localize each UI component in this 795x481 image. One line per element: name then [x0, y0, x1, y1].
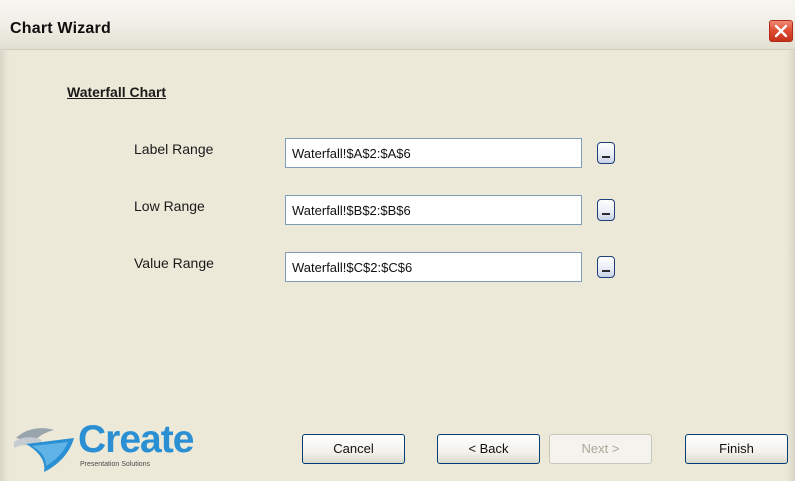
close-icon [774, 24, 788, 38]
label-range-input[interactable] [285, 138, 582, 168]
range-picker-icon [602, 213, 610, 215]
value-range-picker-button[interactable] [597, 256, 615, 278]
logo-tagline: Presentation Solutions [80, 461, 151, 468]
value-range-label: Value Range [134, 255, 214, 271]
low-range-input[interactable] [285, 195, 582, 225]
back-button[interactable]: < Back [437, 434, 540, 464]
low-range-picker-button[interactable] [597, 199, 615, 221]
range-picker-icon [602, 270, 610, 272]
range-picker-icon [602, 156, 610, 158]
label-range-picker-button[interactable] [597, 142, 615, 164]
cancel-button[interactable]: Cancel [302, 434, 405, 464]
title-bar[interactable]: Chart Wizard [0, 0, 795, 50]
section-title: Waterfall Chart [67, 84, 167, 100]
window-frame-right [786, 50, 795, 481]
value-range-input[interactable] [285, 252, 582, 282]
logo-wordmark: Create [78, 418, 194, 461]
close-button[interactable] [769, 20, 793, 42]
chart-wizard-window: Chart Wizard Waterfall Chart Label Range… [0, 0, 795, 481]
create-logo: Create Presentation Solutions [12, 418, 194, 474]
label-range-label: Label Range [134, 141, 214, 157]
create-logo-icon [14, 428, 74, 472]
next-button[interactable]: Next > [549, 434, 652, 464]
window-title: Chart Wizard [10, 20, 111, 37]
low-range-label: Low Range [134, 198, 205, 214]
window-frame-left [0, 50, 9, 481]
finish-button[interactable]: Finish [685, 434, 788, 464]
